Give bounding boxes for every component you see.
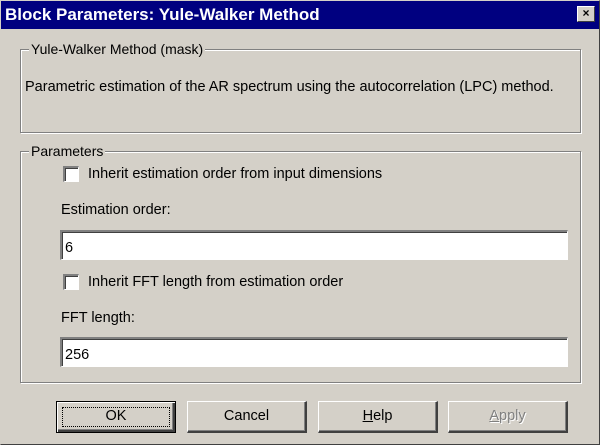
close-button[interactable]: × <box>577 6 595 22</box>
help-button-label: Help <box>363 408 393 424</box>
estimation-order-input[interactable] <box>60 230 568 260</box>
dialog-window: Block Parameters: Yule-Walker Method × Y… <box>0 0 600 445</box>
apply-button[interactable]: Apply <box>448 401 568 433</box>
help-mnemonic: H <box>362 408 374 424</box>
title-bar[interactable]: Block Parameters: Yule-Walker Method × <box>1 1 599 29</box>
parameters-group-legend: Parameters <box>29 142 106 160</box>
mask-description: Parametric estimation of the AR spectrum… <box>25 79 554 95</box>
estimation-order-label: Estimation order: <box>61 202 171 218</box>
apply-button-label: Apply <box>489 408 525 424</box>
parameters-groupbox: Parameters Inherit estimation order from… <box>20 142 581 383</box>
inherit-fft-checkbox-row[interactable]: Inherit FFT length from estimation order <box>63 272 343 292</box>
apply-rest: pply <box>499 408 526 424</box>
inherit-order-label: Inherit estimation order from input dime… <box>88 166 383 182</box>
cancel-button-label: Cancel <box>223 408 270 424</box>
close-icon: × <box>582 6 590 20</box>
window-title: Block Parameters: Yule-Walker Method <box>5 5 320 24</box>
inherit-fft-label: Inherit FFT length from estimation order <box>88 274 344 290</box>
ok-button[interactable]: OK <box>56 401 176 433</box>
inherit-order-checkbox[interactable] <box>63 166 79 182</box>
fft-length-input[interactable] <box>60 337 568 367</box>
help-button[interactable]: Help <box>318 401 438 433</box>
help-rest: elp <box>373 408 393 424</box>
inherit-order-checkbox-row[interactable]: Inherit estimation order from input dime… <box>63 164 382 184</box>
inherit-fft-checkbox[interactable] <box>63 274 79 290</box>
apply-mnemonic: A <box>489 408 500 424</box>
cancel-button[interactable]: Cancel <box>187 401 307 433</box>
mask-group-legend: Yule-Walker Method (mask) <box>29 40 206 58</box>
ok-button-label: OK <box>105 408 127 424</box>
fft-length-label: FFT length: <box>61 310 135 326</box>
mask-groupbox: Yule-Walker Method (mask) Parametric est… <box>20 40 581 133</box>
